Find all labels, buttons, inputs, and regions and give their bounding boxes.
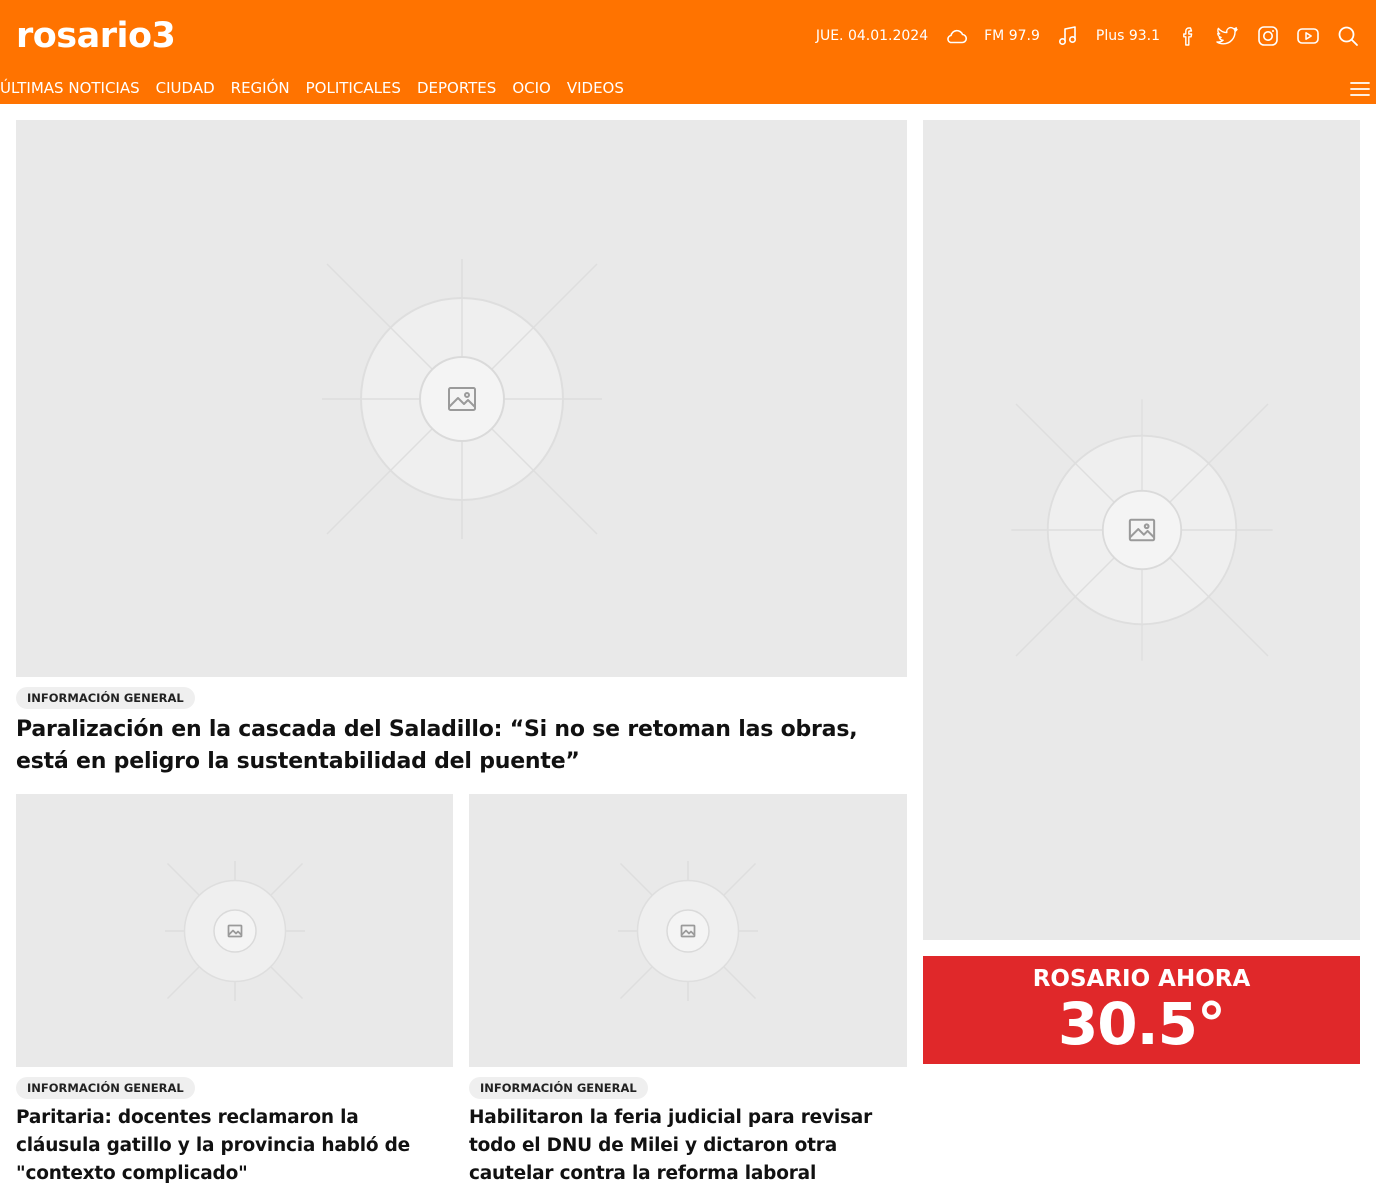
main-story-image[interactable] xyxy=(16,120,907,677)
story-1-category-badge[interactable]: INFORMACIÓN GENERAL xyxy=(16,1077,195,1099)
story-2-headline[interactable]: Habilitaron la feria judicial para revis… xyxy=(469,1104,899,1188)
music-note-icon[interactable] xyxy=(1056,24,1080,48)
story-2-image[interactable] xyxy=(469,794,907,1067)
radio-fm-link[interactable]: FM 97.9 xyxy=(984,28,1040,44)
weather-temperature: 30.5° xyxy=(1057,990,1226,1058)
image-placeholder-icon xyxy=(618,860,758,1001)
search-icon[interactable] xyxy=(1336,24,1360,48)
story-2-category-badge[interactable]: INFORMACIÓN GENERAL xyxy=(469,1077,648,1099)
nav-item-ciudad[interactable]: CIUDAD xyxy=(156,76,215,100)
twitter-icon[interactable] xyxy=(1216,24,1240,48)
sidebar-ad-image[interactable] xyxy=(923,120,1360,940)
facebook-icon[interactable] xyxy=(1176,24,1200,48)
main-nav: ÚLTIMAS NOTICIAS CIUDAD REGIÓN POLITICAL… xyxy=(0,76,640,100)
nav-item-ocio[interactable]: OCIO xyxy=(512,76,551,100)
cloud-icon xyxy=(944,24,968,48)
image-placeholder-icon xyxy=(164,860,305,1001)
header-tools: JUE. 04.01.2024 FM 97.9 Plus 93.1 xyxy=(816,22,1360,50)
image-placeholder-icon xyxy=(1010,399,1273,661)
youtube-icon[interactable] xyxy=(1296,24,1320,48)
nav-item-politicales[interactable]: POLITICALES xyxy=(306,76,401,100)
image-placeholder-icon xyxy=(321,258,602,539)
hamburger-menu-icon[interactable] xyxy=(1348,78,1372,100)
nav-item-videos[interactable]: VIDEOS xyxy=(567,76,624,100)
site-header: rosario3 JUE. 04.01.2024 FM 97.9 Plus 93… xyxy=(0,0,1376,104)
site-logo[interactable]: rosario3 xyxy=(16,14,176,58)
story-1-headline[interactable]: Paritaria: docentes reclamaron la cláusu… xyxy=(16,1104,446,1188)
weather-widget[interactable]: ROSARIO AHORA 30.5° xyxy=(923,956,1360,1064)
nav-item-deportes[interactable]: DEPORTES xyxy=(417,76,496,100)
main-story-category-badge[interactable]: INFORMACIÓN GENERAL xyxy=(16,687,195,709)
instagram-icon[interactable] xyxy=(1256,24,1280,48)
main-story-headline[interactable]: Paralización en la cascada del Saladillo… xyxy=(16,714,907,778)
nav-item-ultimas-noticias[interactable]: ÚLTIMAS NOTICIAS xyxy=(0,76,140,100)
date-label: JUE. 04.01.2024 xyxy=(815,28,929,44)
radio-plus-link[interactable]: Plus 93.1 xyxy=(1096,28,1160,44)
nav-item-region[interactable]: REGIÓN xyxy=(231,76,290,100)
story-1-image[interactable] xyxy=(16,794,453,1067)
